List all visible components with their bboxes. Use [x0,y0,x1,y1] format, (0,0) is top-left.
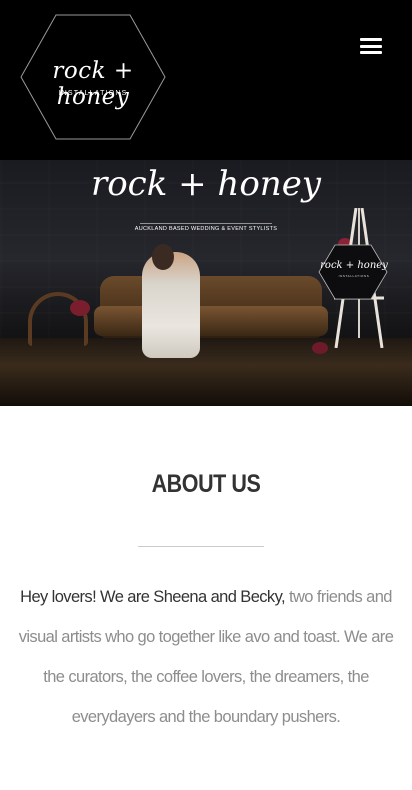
model-head [152,244,174,270]
wooden-floor [0,338,412,406]
sign-subtitle: INSTALLATIONS [338,274,370,278]
site-header: rock + honey INSTALLATIONS [0,0,412,160]
hero-title: rock + honey [90,164,322,204]
about-heading: ABOUT US [151,470,261,498]
about-divider [138,546,264,547]
hero-tagline: AUCKLAND BASED WEDDING & EVENT STYLISTS [134,226,278,232]
hero-banner: rock + honey INSTALLATIONS rock + honey … [0,160,412,406]
about-lead-text: Hey lovers! We are Sheena and Becky, [20,588,285,606]
menu-bars-icon[interactable] [360,38,382,58]
tagline-divider [140,223,272,224]
couch-seat [94,306,328,336]
hexagon-sign [318,244,388,300]
site-logo[interactable]: rock + honey INSTALLATIONS [20,14,166,140]
about-paragraph: Hey lovers! We are Sheena and Becky, two… [16,577,396,737]
flower-arrangement [70,300,90,316]
logo-script-text: rock + honey [52,58,134,110]
sign-script-text: rock + honey [320,260,388,271]
logo-subtitle: INSTALLATIONS [58,90,128,97]
flower-arrangement [312,342,328,354]
about-body-text: two friends and visual artists who go to… [18,588,394,726]
model-in-white-dress [142,252,200,358]
